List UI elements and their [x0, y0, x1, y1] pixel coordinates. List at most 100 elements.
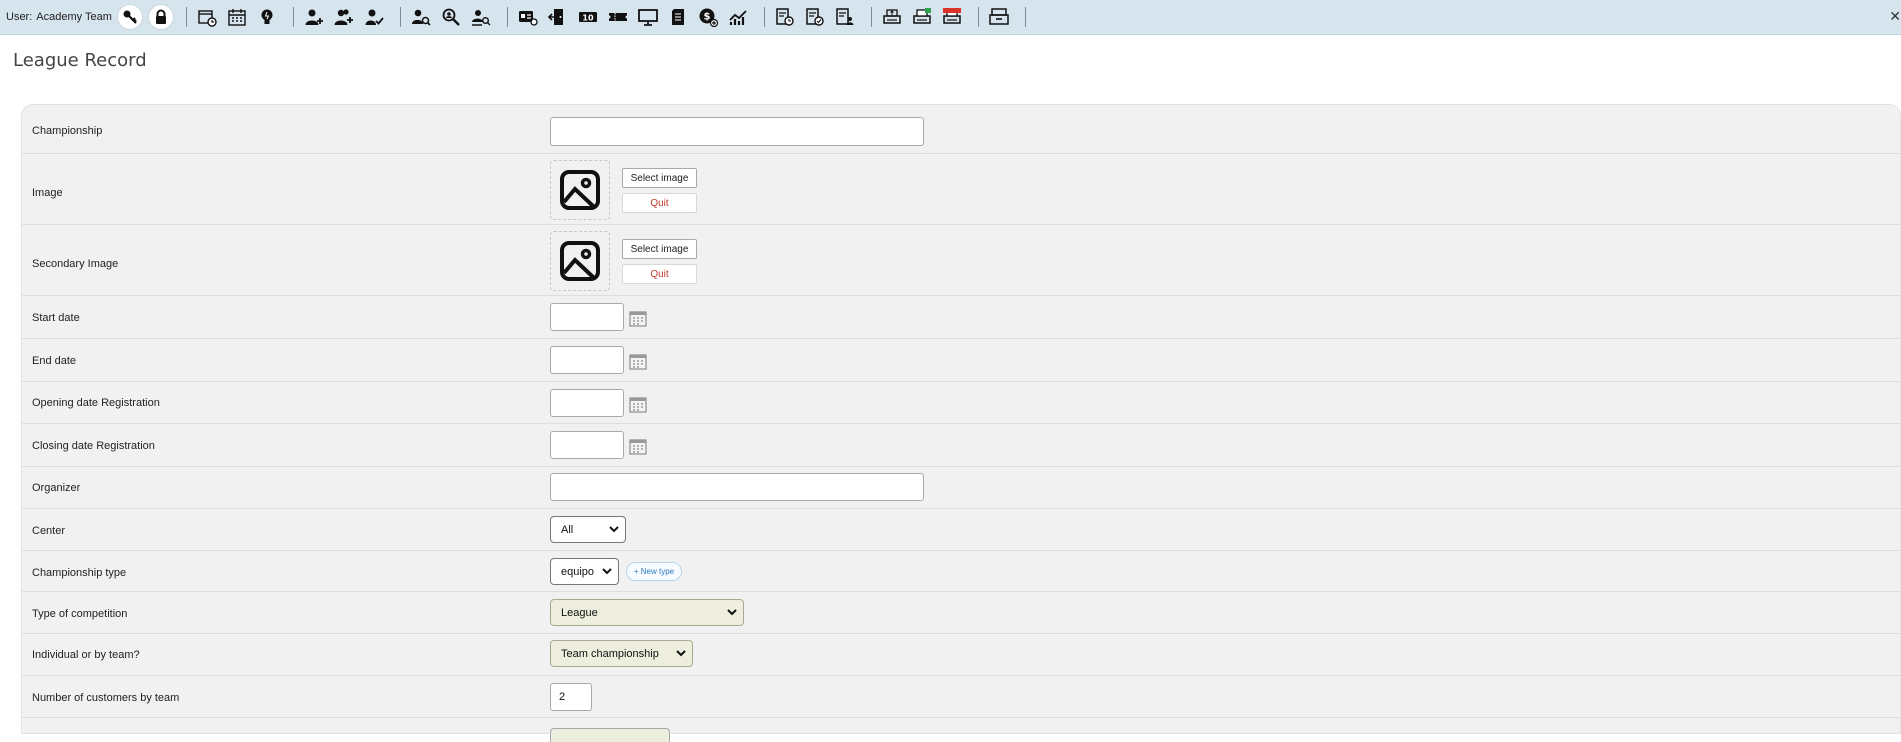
quit-secondary-image-button[interactable]: Quit	[622, 264, 697, 284]
row-individual-or-team: Individual or by team? Team championship	[22, 634, 1901, 676]
image-icon	[560, 170, 600, 210]
row-organizer: Organizer	[22, 467, 1901, 509]
championship-label: Championship	[32, 125, 103, 137]
row-closing-registration: Closing date Registration	[22, 424, 1901, 467]
center-selected-value: All	[561, 523, 574, 536]
close-icon[interactable]: ✕	[1889, 8, 1901, 25]
toolbar-separator	[399, 7, 401, 27]
report-check-icon[interactable]	[803, 5, 827, 29]
user-search-icon[interactable]	[409, 5, 433, 29]
league-form: Championship Image Select image Quit Sec…	[21, 104, 1901, 742]
customers-by-team-input[interactable]: 2	[550, 683, 592, 711]
calendar-picker-icon[interactable]	[629, 395, 647, 413]
championship-input[interactable]	[550, 117, 924, 146]
ticket-icon[interactable]	[606, 5, 630, 29]
user-search-list-icon[interactable]	[469, 5, 493, 29]
opening-registration-input[interactable]	[550, 389, 624, 417]
select-secondary-image-button[interactable]: Select image	[622, 239, 697, 259]
document-icon[interactable]	[666, 5, 690, 29]
row-customers-by-team: Number of customers by team 2	[22, 676, 1901, 718]
chevron-down-icon	[676, 650, 686, 657]
individual-or-team-selected-value: Team championship	[561, 647, 659, 660]
toolbar-separator	[185, 7, 187, 27]
toolbar-separator	[292, 7, 294, 27]
user-label: User:	[6, 11, 33, 23]
report-clock-icon[interactable]	[773, 5, 797, 29]
lightbulb-icon[interactable]	[255, 5, 279, 29]
printer-green-icon[interactable]	[910, 5, 934, 29]
customers-by-team-label: Number of customers by team	[32, 692, 180, 704]
organizer-input[interactable]	[550, 473, 924, 501]
closing-registration-label: Closing date Registration	[32, 440, 155, 452]
row-image: Image Select image Quit	[22, 154, 1901, 225]
championship-type-selected-value: equipo	[561, 565, 595, 578]
door-exit-icon[interactable]	[546, 5, 570, 29]
user-name: Academy Team	[36, 11, 112, 23]
row-start-date: Start date	[22, 296, 1901, 339]
calendar-picker-icon[interactable]	[629, 437, 647, 455]
toolbar-separator	[870, 7, 872, 27]
row-competition-type: Type of competition League	[22, 592, 1901, 634]
page-title: League Record	[13, 50, 147, 71]
calendar-picker-icon[interactable]	[629, 309, 647, 327]
calendar-clock-icon[interactable]	[195, 5, 219, 29]
center-select[interactable]: All	[550, 516, 626, 543]
closing-registration-input[interactable]	[550, 431, 624, 459]
chevron-down-icon	[609, 526, 619, 533]
toolbar-separator	[1024, 7, 1026, 27]
individual-or-team-select[interactable]: Team championship	[550, 640, 693, 667]
badge-10-icon[interactable]: 10	[576, 5, 600, 29]
chevron-down-icon	[727, 609, 737, 616]
calendar-picker-icon[interactable]	[629, 352, 647, 370]
svg-text:$: $	[703, 12, 710, 23]
printer-red-icon[interactable]	[940, 5, 964, 29]
row-championship: Championship	[22, 105, 1901, 154]
end-date-label: End date	[32, 355, 77, 367]
row-next-partial	[22, 718, 1901, 742]
image-placeholder	[550, 160, 610, 220]
organizer-label: Organizer	[32, 482, 81, 494]
secondary-image-label: Secondary Image	[32, 258, 119, 270]
chevron-down-icon	[602, 568, 612, 575]
report-user-icon[interactable]	[833, 5, 857, 29]
zoom-search-icon[interactable]	[439, 5, 463, 29]
toolbar-separator	[506, 7, 508, 27]
competition-type-selected-value: League	[561, 606, 598, 619]
row-end-date: End date	[22, 339, 1901, 382]
image-label: Image	[32, 187, 63, 199]
row-championship-type: Championship type equipo + New type	[22, 551, 1901, 592]
row-opening-registration: Opening date Registration	[22, 382, 1901, 424]
end-date-input[interactable]	[550, 346, 624, 374]
monitor-icon[interactable]	[636, 5, 660, 29]
select-image-button[interactable]: Select image	[622, 168, 697, 188]
next-field-partial[interactable]	[550, 728, 670, 742]
users-add-icon[interactable]	[332, 5, 356, 29]
lock-icon[interactable]	[147, 4, 174, 30]
id-card-icon[interactable]	[516, 5, 540, 29]
start-date-input[interactable]	[550, 303, 624, 331]
printer-up-icon[interactable]	[880, 5, 904, 29]
row-center: Center All	[22, 509, 1901, 551]
svg-text:10: 10	[582, 14, 594, 23]
new-type-button[interactable]: + New type	[626, 562, 682, 581]
individual-or-team-label: Individual or by team?	[32, 649, 140, 661]
top-toolbar: User: Academy Team 10 $ ✕	[0, 0, 1901, 35]
start-date-label: Start date	[32, 312, 80, 324]
user-add-icon[interactable]	[302, 5, 326, 29]
opening-registration-label: Opening date Registration	[32, 397, 160, 409]
key-icon[interactable]	[116, 4, 143, 30]
competition-type-select[interactable]: League	[550, 599, 744, 626]
drawer-icon[interactable]	[987, 5, 1011, 29]
quit-image-button[interactable]: Quit	[622, 193, 697, 213]
championship-type-select[interactable]: equipo	[550, 558, 619, 585]
user-check-icon[interactable]	[362, 5, 386, 29]
money-add-icon[interactable]: $	[696, 5, 720, 29]
row-secondary-image: Secondary Image Select image Quit	[22, 225, 1901, 296]
competition-type-label: Type of competition	[32, 608, 128, 620]
chart-line-icon[interactable]	[726, 5, 750, 29]
customers-by-team-value: 2	[559, 691, 566, 703]
center-label: Center	[32, 525, 66, 537]
championship-type-label: Championship type	[32, 567, 127, 579]
calendar-icon[interactable]	[225, 5, 249, 29]
image-icon	[560, 241, 600, 281]
